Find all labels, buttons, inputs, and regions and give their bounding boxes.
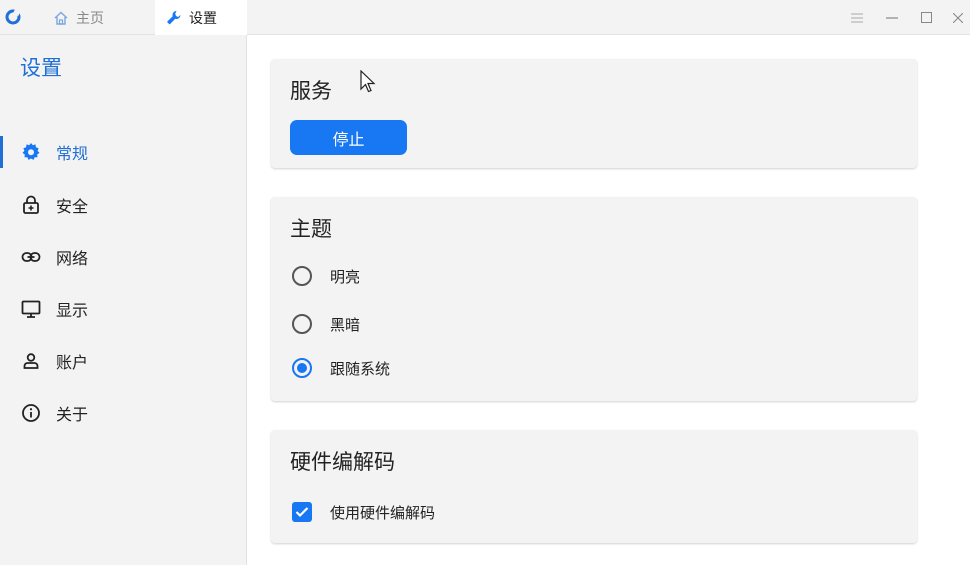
sidebar-item-label: 账户 — [56, 353, 89, 372]
mouse-cursor-icon — [360, 70, 376, 93]
radio-label: 跟随系统 — [330, 359, 391, 378]
sidebar-item-label: 显示 — [56, 301, 89, 320]
title-bar: 主页 设置 — [0, 0, 970, 36]
user-icon — [20, 350, 42, 372]
tab-home-label: 主页 — [76, 10, 104, 27]
radio-label: 黑暗 — [330, 315, 361, 334]
checkbox-checked[interactable] — [292, 502, 312, 522]
radio-button[interactable] — [292, 314, 312, 334]
hwcodec-card: 硬件编解码 使用硬件编解码 — [271, 430, 917, 543]
sidebar-item-security[interactable]: 安全 — [0, 183, 246, 227]
service-title: 服务 — [290, 79, 332, 103]
tab-home[interactable]: 主页 — [46, 0, 142, 35]
sidebar-item-display[interactable]: 显示 — [0, 287, 246, 331]
minimize-icon[interactable] — [880, 0, 904, 35]
sidebar-item-network[interactable]: 网络 — [0, 235, 246, 279]
tab-settings-label: 设置 — [189, 11, 217, 27]
theme-title: 主题 — [290, 217, 332, 241]
app-logo-icon — [5, 9, 21, 25]
sidebar-item-account[interactable]: 账户 — [0, 339, 246, 383]
theme-option-light[interactable]: 明亮 — [292, 264, 360, 288]
wrench-icon — [165, 9, 183, 27]
sidebar-item-label: 关于 — [56, 405, 89, 424]
radio-button[interactable] — [292, 266, 312, 286]
sidebar-item-label: 网络 — [56, 249, 89, 268]
theme-option-follow-system[interactable]: 跟随系统 — [292, 356, 390, 380]
hwcodec-title: 硬件编解码 — [290, 450, 395, 474]
gear-icon — [20, 141, 42, 163]
sidebar-item-general[interactable]: 常规 — [0, 130, 246, 174]
theme-option-dark[interactable]: 黑暗 — [292, 312, 360, 336]
radio-label: 明亮 — [330, 267, 361, 286]
theme-card: 主题 明亮 黑暗 跟随系统 — [271, 197, 917, 401]
checkmark-icon — [295, 507, 309, 518]
maximize-icon[interactable] — [914, 0, 938, 35]
checkbox-label: 使用硬件编解码 — [330, 503, 436, 522]
sidebar-item-label: 常规 — [56, 144, 89, 163]
menu-icon[interactable] — [845, 0, 869, 35]
link-icon — [20, 246, 42, 268]
hwcodec-checkbox-row[interactable]: 使用硬件编解码 — [292, 500, 435, 524]
home-icon — [52, 9, 70, 27]
close-icon[interactable] — [946, 0, 970, 35]
info-icon — [20, 402, 42, 424]
sidebar: 设置 常规 安全 网络 显示 账户 关于 — [0, 35, 247, 565]
monitor-icon — [20, 298, 42, 320]
tab-settings[interactable]: 设置 — [155, 0, 247, 36]
sidebar-item-about[interactable]: 关于 — [0, 391, 246, 435]
lock-icon — [20, 194, 42, 216]
sidebar-title: 设置 — [20, 56, 62, 80]
radio-button-selected[interactable] — [292, 358, 312, 378]
sidebar-item-label: 安全 — [56, 197, 89, 216]
stop-service-button[interactable]: 停止 — [290, 120, 407, 155]
